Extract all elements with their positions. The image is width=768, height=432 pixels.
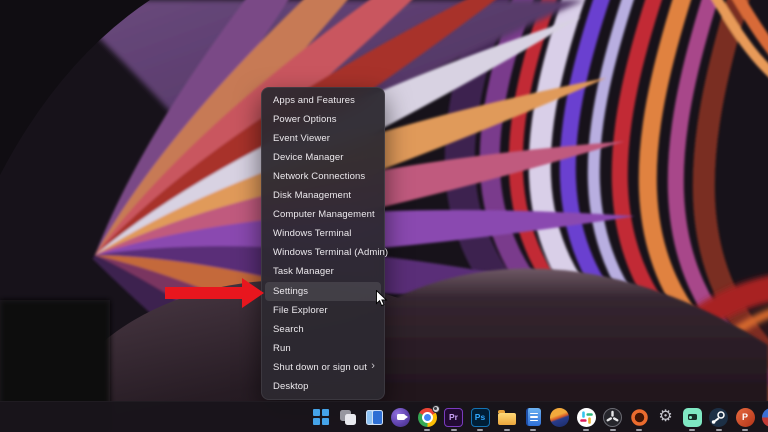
menu-item-file-explorer[interactable]: File Explorer: [265, 301, 381, 320]
menu-item-windows-terminal[interactable]: Windows Terminal: [265, 224, 381, 243]
menu-item-label: Settings: [273, 285, 309, 297]
menu-item-label: Task Manager: [273, 266, 334, 278]
menu-item-event-viewer[interactable]: Event Viewer: [265, 129, 381, 148]
menu-item-label: Network Connections: [273, 171, 366, 183]
winx-context-menu: Apps and Features Power Options Event Vi…: [261, 87, 388, 400]
menu-item-label: Search: [273, 323, 304, 335]
obs-studio-button[interactable]: [602, 406, 624, 428]
start-button[interactable]: [310, 406, 332, 428]
screen-recorder-icon: [682, 407, 702, 427]
menu-item-label: Power Options: [273, 114, 337, 126]
menu-item-label: Windows Terminal (Admin): [273, 247, 389, 259]
chrome-button[interactable]: [416, 404, 440, 428]
menu-item-power-options[interactable]: Power Options: [265, 110, 381, 129]
video-chat-app-button[interactable]: [390, 406, 412, 428]
video-chat-icon: [391, 407, 410, 427]
folder-icon: [497, 410, 516, 425]
partial-app-icon: [762, 407, 768, 427]
menu-item-label: Shut down or sign out: [273, 361, 367, 373]
task-view-button[interactable]: [337, 406, 359, 428]
steam-button[interactable]: [708, 406, 730, 428]
menu-item-device-manager[interactable]: Device Manager: [265, 148, 381, 167]
menu-item-label: Computer Management: [273, 209, 375, 221]
steam-icon: [709, 407, 728, 427]
menu-item-label: Windows Terminal: [273, 228, 352, 240]
orange-circle-app-button[interactable]: [549, 406, 571, 428]
taskbar-icon-row: Pr Ps ⚙ P: [310, 404, 768, 428]
screen-recorder-button[interactable]: [681, 406, 703, 428]
taskbar: Pr Ps ⚙ P: [0, 401, 768, 432]
photoshop-icon: Ps: [470, 407, 490, 427]
orange-circle-app-icon: [550, 407, 569, 427]
menu-item-windows-terminal-admin[interactable]: Windows Terminal (Admin): [265, 243, 388, 262]
task-view-icon: [339, 408, 357, 426]
office-icon: [630, 408, 648, 426]
menu-item-network-connections[interactable]: Network Connections: [265, 167, 381, 186]
annotation-arrow-shape: [165, 278, 264, 308]
slack-icon: [576, 407, 596, 427]
menu-item-label: Run: [273, 342, 291, 354]
menu-item-disk-management[interactable]: Disk Management: [265, 186, 381, 205]
photoshop-button[interactable]: Ps: [469, 406, 491, 428]
desktop-screen: Apps and Features Power Options Event Vi…: [0, 0, 768, 432]
obs-studio-icon: [603, 407, 622, 427]
menu-item-label: Disk Management: [273, 190, 352, 202]
chrome-icon: [417, 404, 440, 427]
menu-item-run[interactable]: Run: [265, 339, 381, 358]
mouse-cursor-icon: [376, 290, 388, 307]
powerpoint-icon: P: [735, 407, 755, 427]
file-explorer-button[interactable]: [496, 406, 518, 428]
menu-item-label: Apps and Features: [273, 95, 355, 107]
chevron-right-icon: ›: [371, 359, 375, 372]
widgets-panels-app-button[interactable]: [363, 406, 385, 428]
menu-item-label: Device Manager: [273, 152, 344, 164]
slack-button[interactable]: [575, 406, 597, 428]
premiere-pro-button[interactable]: Pr: [443, 406, 465, 428]
menu-item-computer-management[interactable]: Computer Management: [265, 205, 381, 224]
menu-item-apps-and-features[interactable]: Apps and Features: [265, 91, 381, 110]
menu-item-desktop[interactable]: Desktop: [265, 377, 381, 396]
partial-edge-app-button[interactable]: [761, 406, 768, 428]
gear-icon: ⚙: [658, 408, 673, 425]
windows-logo-icon: [313, 409, 329, 425]
menu-item-shut-down-or-sign-out[interactable]: Shut down or sign out ›: [265, 358, 381, 377]
settings-button[interactable]: ⚙: [655, 406, 677, 428]
office-button[interactable]: [628, 406, 650, 428]
menu-item-label: Desktop: [273, 380, 309, 392]
chrome-profile-badge: [431, 404, 440, 413]
powerpoint-button[interactable]: P: [734, 406, 756, 428]
notepad-icon: [525, 408, 541, 426]
menu-item-task-manager[interactable]: Task Manager: [265, 262, 381, 281]
menu-item-label: Event Viewer: [273, 133, 330, 145]
annotation-arrow-icon: [165, 278, 264, 308]
window-panels-icon: [365, 409, 383, 425]
menu-item-settings[interactable]: Settings: [265, 281, 381, 301]
menu-item-label: File Explorer: [273, 304, 328, 316]
notepad-button[interactable]: [522, 406, 544, 428]
menu-item-search[interactable]: Search: [265, 320, 381, 339]
premiere-pro-icon: Pr: [444, 407, 463, 427]
